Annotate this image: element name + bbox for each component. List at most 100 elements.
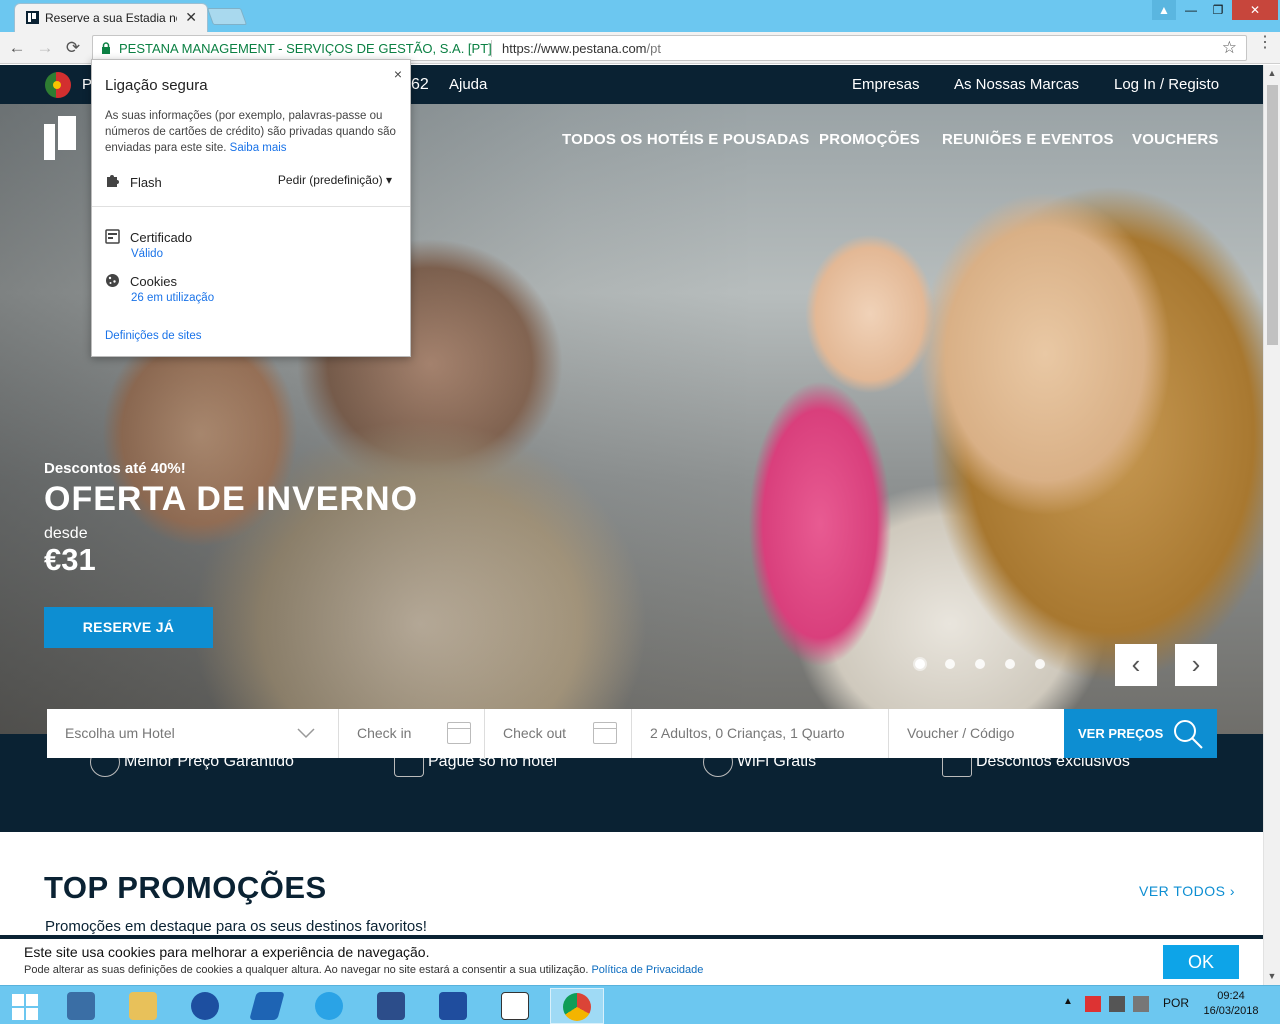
pestana-favicon-icon	[26, 11, 39, 24]
url-text[interactable]: https://www.pestana.com/pt	[502, 41, 661, 56]
lock-icon[interactable]	[101, 42, 111, 54]
reload-button[interactable]: ⟳	[62, 38, 84, 58]
restore-button[interactable]: ❐	[1205, 0, 1231, 20]
carousel-dot-4[interactable]	[1005, 659, 1015, 669]
tray-language[interactable]: POR	[1163, 996, 1189, 1010]
cookie-icon	[106, 274, 119, 287]
carousel-dot-1[interactable]	[915, 659, 925, 669]
cookie-details: Pode alterar as suas definições de cooki…	[24, 964, 703, 976]
windows-taskbar: ▲ POR 09:24 16/03/2018	[0, 985, 1280, 1024]
carousel-dot-5[interactable]	[1035, 659, 1045, 669]
clock-time: 09:24	[1217, 990, 1245, 1002]
lock-app-icon	[377, 992, 405, 1020]
phone-number[interactable]: 62	[411, 76, 429, 94]
scroll-down-arrow-icon[interactable]: ▼	[1264, 968, 1280, 984]
nav-promotions[interactable]: PROMOÇÕES	[819, 131, 920, 148]
nav-meetings-events[interactable]: REUNIÕES E EVENTOS	[942, 131, 1114, 148]
carousel-dot-3[interactable]	[975, 659, 985, 669]
address-bar[interactable]: PESTANA MANAGEMENT - SERVIÇOS DE GESTÃO,…	[92, 35, 1247, 61]
new-tab-button[interactable]	[206, 8, 248, 25]
cookie-message: Este site usa cookies para melhorar a ex…	[24, 944, 430, 960]
page-scrollbar[interactable]: ▲ ▼	[1263, 65, 1280, 985]
our-brands-link[interactable]: As Nossas Marcas	[954, 76, 1079, 93]
taskbar-security-app[interactable]	[364, 988, 418, 1024]
language-flag-icon[interactable]	[45, 72, 71, 98]
nav-all-hotels[interactable]: TODOS OS HOTÉIS E POUSADAS	[562, 131, 809, 148]
popup-divider	[92, 206, 410, 207]
taskbar-file-explorer[interactable]	[116, 988, 170, 1024]
internet-explorer-icon	[315, 992, 343, 1020]
start-button[interactable]	[0, 988, 50, 1024]
companies-link[interactable]: Empresas	[852, 76, 920, 93]
carousel-prev-button[interactable]: ‹	[1115, 644, 1157, 686]
cookies-in-use-link[interactable]: 26 em utilização	[131, 292, 214, 304]
learn-more-link[interactable]: Saiba mais	[230, 142, 287, 154]
browser-tab-active[interactable]: Reserve a sua Estadia no ✕	[14, 3, 208, 32]
voucher-field[interactable]: Voucher / Código	[889, 709, 1064, 758]
bookmark-star-icon[interactable]: ☆	[1222, 38, 1237, 58]
carousel-dot-2[interactable]	[945, 659, 955, 669]
see-prices-button[interactable]: VER PREÇOS	[1064, 709, 1217, 758]
booking-search-bar: Escolha um Hotel Check in Check out 2 Ad…	[47, 709, 1217, 758]
site-settings-link[interactable]: Definições de sites	[105, 330, 202, 342]
login-register-link[interactable]: Log In / Registo	[1114, 76, 1219, 93]
cookie-banner: Este site usa cookies para melhorar a ex…	[0, 935, 1263, 985]
checkin-label: Check in	[357, 725, 412, 741]
taskbar-clock[interactable]: 09:24 16/03/2018	[1201, 989, 1261, 1019]
tray-expand-icon[interactable]: ▲	[1063, 996, 1073, 1007]
url-path: /pt	[646, 41, 661, 56]
cookie-ok-button[interactable]: OK	[1163, 945, 1239, 979]
tray-network-icon[interactable]	[1109, 996, 1125, 1012]
popup-title: Ligação segura	[105, 77, 208, 94]
site-identity-label[interactable]: PESTANA MANAGEMENT - SERVIÇOS DE GESTÃO,…	[119, 41, 492, 56]
address-separator	[491, 40, 492, 57]
help-link[interactable]: Ajuda	[449, 76, 487, 93]
taskbar-chrome[interactable]	[550, 988, 604, 1024]
browser-menu-icon[interactable]: ⋮	[1257, 35, 1273, 51]
checkin-field[interactable]: Check in	[339, 709, 485, 758]
checkout-field[interactable]: Check out	[485, 709, 632, 758]
hotel-select-placeholder: Escolha um Hotel	[65, 725, 175, 741]
minimize-button[interactable]: —	[1178, 0, 1204, 20]
flash-permission-select[interactable]: Pedir (predefinição) ▾	[278, 173, 392, 187]
taskbar-app-blue[interactable]	[240, 988, 294, 1024]
chrome-icon	[563, 993, 591, 1021]
hotel-select[interactable]: Escolha um Hotel	[47, 709, 339, 758]
taskbar-internet-explorer[interactable]	[302, 988, 356, 1024]
see-all-link[interactable]: VER TODOS ›	[1139, 883, 1235, 899]
taskbar-server-manager[interactable]	[54, 988, 108, 1024]
forward-button[interactable]: →	[34, 38, 56, 58]
theta-icon	[501, 992, 529, 1020]
promo-title: OFERTA DE INVERNO	[44, 480, 419, 518]
taskbar-theta-app[interactable]	[488, 988, 542, 1024]
user-profile-button[interactable]: ▲	[1152, 0, 1176, 20]
taskbar-firefox[interactable]	[178, 988, 232, 1024]
calendar-icon	[447, 722, 471, 744]
url-host: https://www.pestana.com	[502, 41, 647, 56]
chevron-down-icon	[297, 728, 315, 739]
top-promotions-subtitle: Promoções em destaque para os seus desti…	[45, 918, 427, 935]
close-window-button[interactable]: ✕	[1232, 0, 1278, 20]
scrollbar-thumb[interactable]	[1267, 85, 1278, 345]
puzzle-plugin-icon	[107, 175, 119, 187]
checkout-label: Check out	[503, 725, 567, 741]
promo-subtitle: Descontos até 40%!	[44, 460, 186, 477]
tray-volume-icon[interactable]	[1133, 996, 1149, 1012]
scroll-up-arrow-icon[interactable]: ▲	[1264, 65, 1280, 81]
privacy-policy-link[interactable]: Política de Privacidade	[591, 964, 703, 976]
pestana-logo-icon[interactable]	[44, 116, 76, 162]
powershell-icon	[439, 992, 467, 1020]
nav-vouchers[interactable]: VOUCHERS	[1132, 131, 1219, 148]
tab-close-icon[interactable]: ✕	[185, 9, 197, 26]
tab-title: Reserve a sua Estadia no	[45, 11, 177, 25]
guests-label: 2 Adultos, 0 Crianças, 1 Quarto	[650, 725, 845, 741]
clock-date: 16/03/2018	[1203, 1005, 1259, 1017]
taskbar-powershell[interactable]	[426, 988, 480, 1024]
popup-close-icon[interactable]: ×	[394, 66, 402, 82]
tray-flag-icon[interactable]	[1085, 996, 1101, 1012]
guests-field[interactable]: 2 Adultos, 0 Crianças, 1 Quarto	[632, 709, 889, 758]
reserve-now-button[interactable]: RESERVE JÁ	[44, 607, 213, 648]
carousel-next-button[interactable]: ›	[1175, 644, 1217, 686]
certificate-valid-link[interactable]: Válido	[131, 248, 163, 260]
back-button[interactable]: ←	[6, 38, 28, 58]
